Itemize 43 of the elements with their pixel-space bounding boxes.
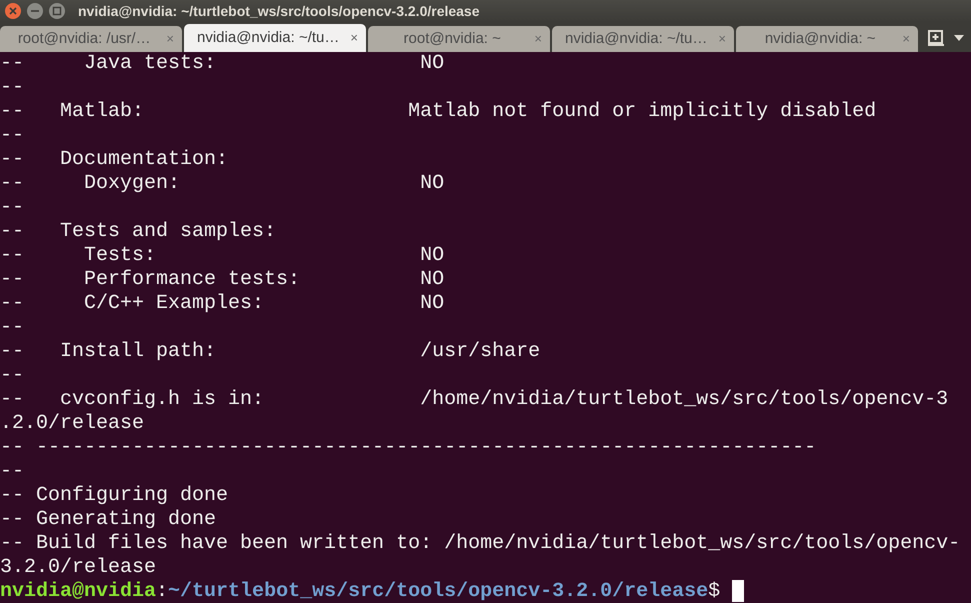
terminal-line: -- bbox=[0, 316, 24, 340]
window-title: nvidia@nvidia: ~/turtlebot_ws/src/tools/opencv-3.2.0/release bbox=[78, 2, 480, 21]
maximize-icon[interactable] bbox=[48, 2, 66, 20]
terminal-line: -- Generating done bbox=[0, 508, 216, 532]
close-icon[interactable] bbox=[4, 2, 22, 20]
tab-close-button[interactable]: × bbox=[534, 29, 542, 49]
minimize-icon[interactable] bbox=[26, 2, 44, 20]
prompt-symbol: $ bbox=[708, 580, 720, 603]
terminal-line: -- cvconfig.h is in: /home/nvidia/turtlebot_ws/src/tools/opencv-3 bbox=[0, 388, 948, 412]
terminal-tab[interactable]: root@nvidia: ~ × bbox=[368, 26, 550, 52]
prompt-separator: : bbox=[156, 580, 168, 603]
terminal-line: -- Documentation: bbox=[0, 148, 228, 172]
terminal-tab[interactable]: nvidia@nvidia: ~ × bbox=[736, 26, 918, 52]
terminal-line: -- Build files have been written to: /home/nvidia/turtlebot_ws/src/tools/opencv- bbox=[0, 532, 960, 556]
terminal-line: 3.2.0/release bbox=[0, 556, 156, 580]
prompt-path: ~/turtlebot_ws/src/tools/opencv-3.2.0/release bbox=[168, 580, 708, 603]
terminal-line: -- Tests and samples: bbox=[0, 220, 276, 244]
prompt-user-host: nvidia@nvidia bbox=[0, 580, 156, 603]
text-cursor bbox=[732, 580, 744, 602]
tab-close-button[interactable]: × bbox=[350, 28, 358, 48]
terminal-tab[interactable]: nvidia@nvidia: ~/tu… × bbox=[552, 26, 734, 52]
terminal-line: -- C/C++ Examples: NO bbox=[0, 292, 444, 316]
terminal-line: -- Performance tests: NO bbox=[0, 268, 444, 292]
terminal-line: -- Install path: /usr/share bbox=[0, 340, 540, 364]
terminal-tab[interactable]: nvidia@nvidia: ~/tu… × bbox=[184, 24, 366, 52]
terminal-line: -- ----------------------------------------------------------------- bbox=[0, 436, 816, 460]
tab-close-button[interactable]: × bbox=[902, 29, 910, 49]
tab-close-button[interactable]: × bbox=[718, 29, 726, 49]
terminal-line: -- bbox=[0, 364, 24, 388]
terminal-line: -- bbox=[0, 196, 24, 220]
terminal-line: -- Doxygen: NO bbox=[0, 172, 444, 196]
terminal-line: .2.0/release bbox=[0, 412, 144, 436]
terminal-line: -- Configuring done bbox=[0, 484, 228, 508]
terminal-line: -- Java tests: NO bbox=[0, 52, 444, 76]
terminal-line: -- Matlab: Matlab not found or implicitly disabled bbox=[0, 100, 876, 124]
terminal-line: -- bbox=[0, 76, 24, 100]
terminal-line: -- Tests: NO bbox=[0, 244, 444, 268]
terminal-tab[interactable]: root@nvidia: /usr/… × bbox=[0, 26, 182, 52]
terminal-line: -- bbox=[0, 124, 24, 148]
new-tab-icon[interactable] bbox=[928, 30, 944, 46]
tab-close-button[interactable]: × bbox=[166, 29, 174, 49]
dropdown-arrow-icon[interactable] bbox=[954, 35, 964, 41]
terminal-line: -- bbox=[0, 460, 24, 484]
